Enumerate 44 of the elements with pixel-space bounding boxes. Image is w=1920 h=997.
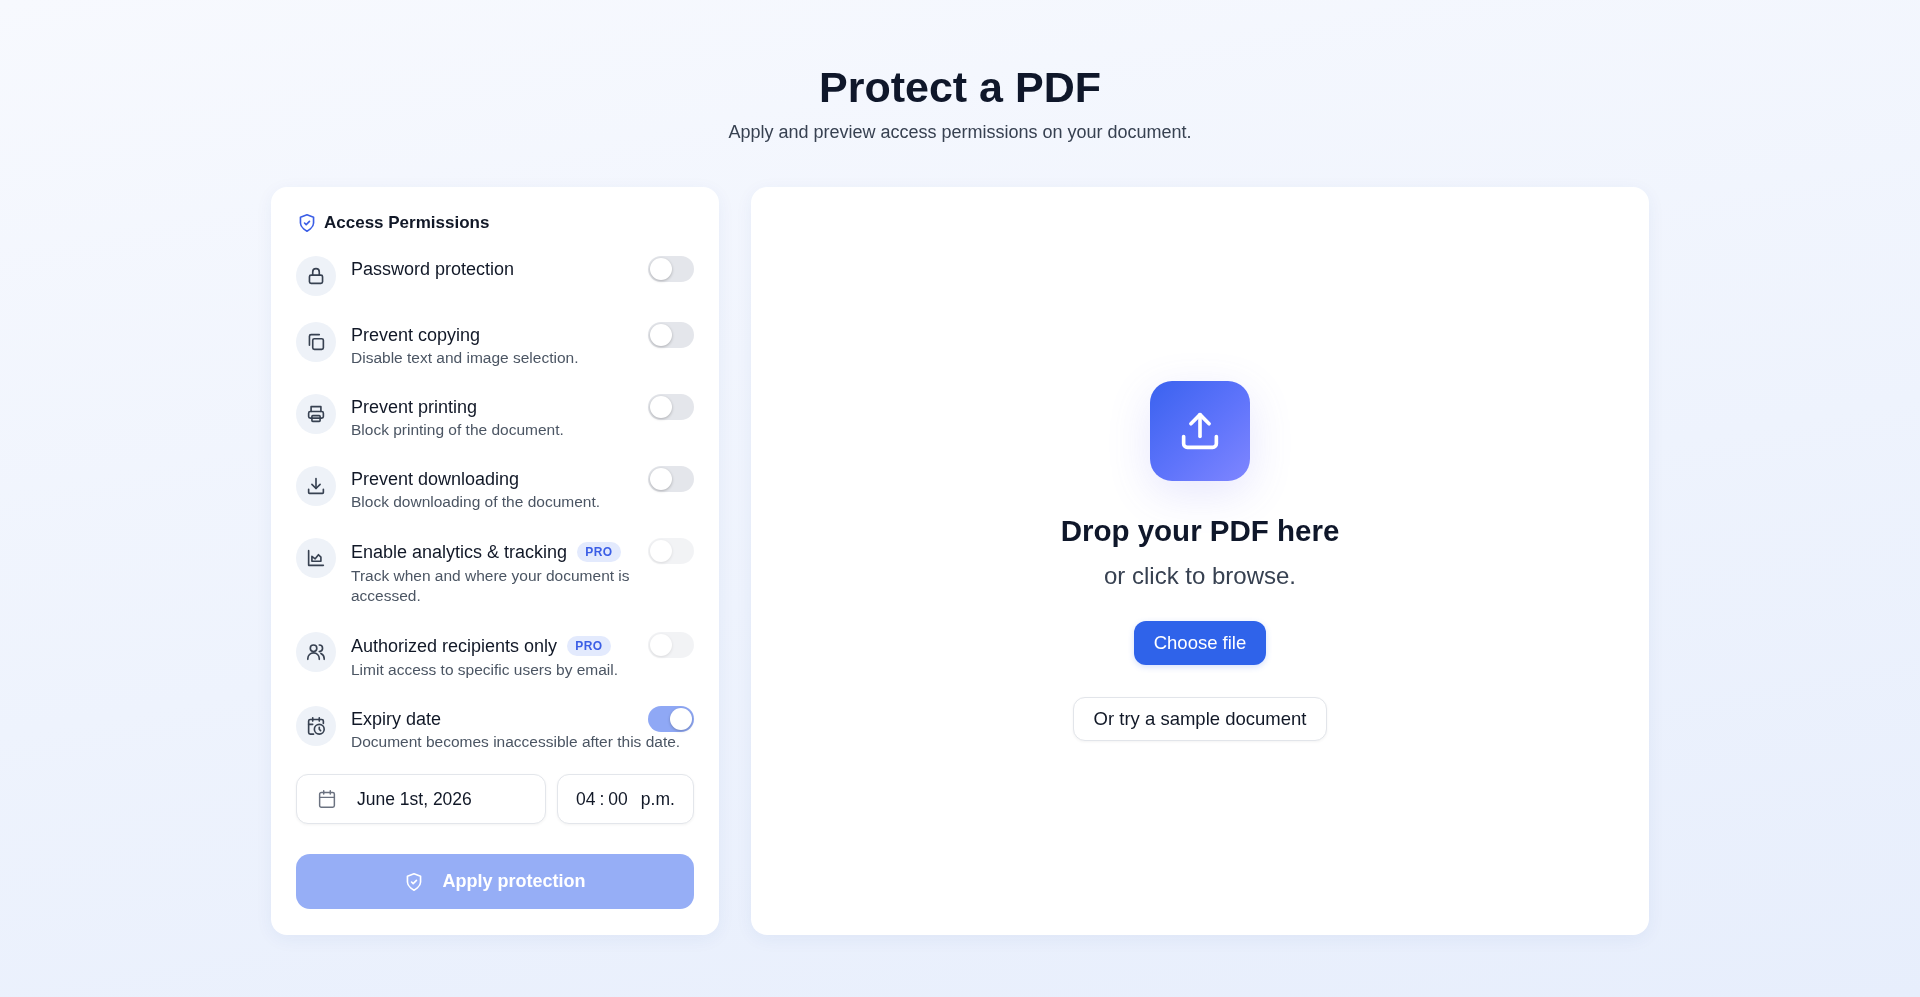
page-subtitle: Apply and preview access permissions on your document. [728,121,1192,144]
hour-segment[interactable]: 04 [576,788,596,810]
time-field[interactable]: 04 : 00 p.m. [557,774,694,824]
permission-label: Password protection [351,258,515,281]
panel-title: Access Permissions [324,212,490,234]
toggle-switch[interactable] [648,706,694,732]
toggle-switch[interactable] [648,466,694,492]
permission-label: Prevent copying [351,324,481,347]
pro-badge: PRO [577,542,621,562]
calendar-clock-icon [296,706,336,746]
toggle-switch[interactable] [648,394,694,420]
choose-file-button[interactable]: Choose file [1133,621,1267,665]
toggle-switch[interactable] [648,256,694,282]
drop-title: Drop your PDF here [1060,513,1340,549]
permission-description: Block printing of the document. [351,420,565,440]
permission-description: Track when and where your document is accessed. [351,566,631,606]
area-chart-icon [296,538,336,578]
shield-check-icon [298,214,316,232]
period-segment[interactable]: p.m. [640,788,675,810]
toggle-switch[interactable] [648,322,694,348]
minute-segment[interactable]: 00 [608,788,628,810]
permission-label: Enable analytics & tracking [351,541,568,564]
users-icon [296,632,336,672]
download-icon [296,466,336,506]
permission-label: Prevent printing [351,396,478,419]
permission-label: Prevent downloading [351,468,520,491]
time-separator: : [599,788,605,810]
page-title: Protect a PDF [819,62,1101,113]
lock-icon [296,256,336,296]
permission-label: Expiry date [351,708,442,731]
shield-check-icon [404,872,423,891]
pro-badge: PRO [567,636,611,656]
permission-description: Disable text and image selection. [351,348,580,368]
printer-icon [296,394,336,434]
sample-document-button[interactable]: Or try a sample document [1072,697,1328,741]
permission-description: Limit access to specific users by email. [351,660,620,680]
copy-icon [296,322,336,362]
permission-description: Document becomes inaccessible after this date. [351,732,682,752]
date-field[interactable]: June 1st, 2026 [296,774,546,824]
permission-label: Authorized recipients only [351,635,558,658]
calendar-icon [318,790,336,808]
upload-icon [1150,381,1250,481]
permission-description: Block downloading of the document. [351,492,602,512]
drop-subtitle: or click to browse. [1103,562,1297,590]
